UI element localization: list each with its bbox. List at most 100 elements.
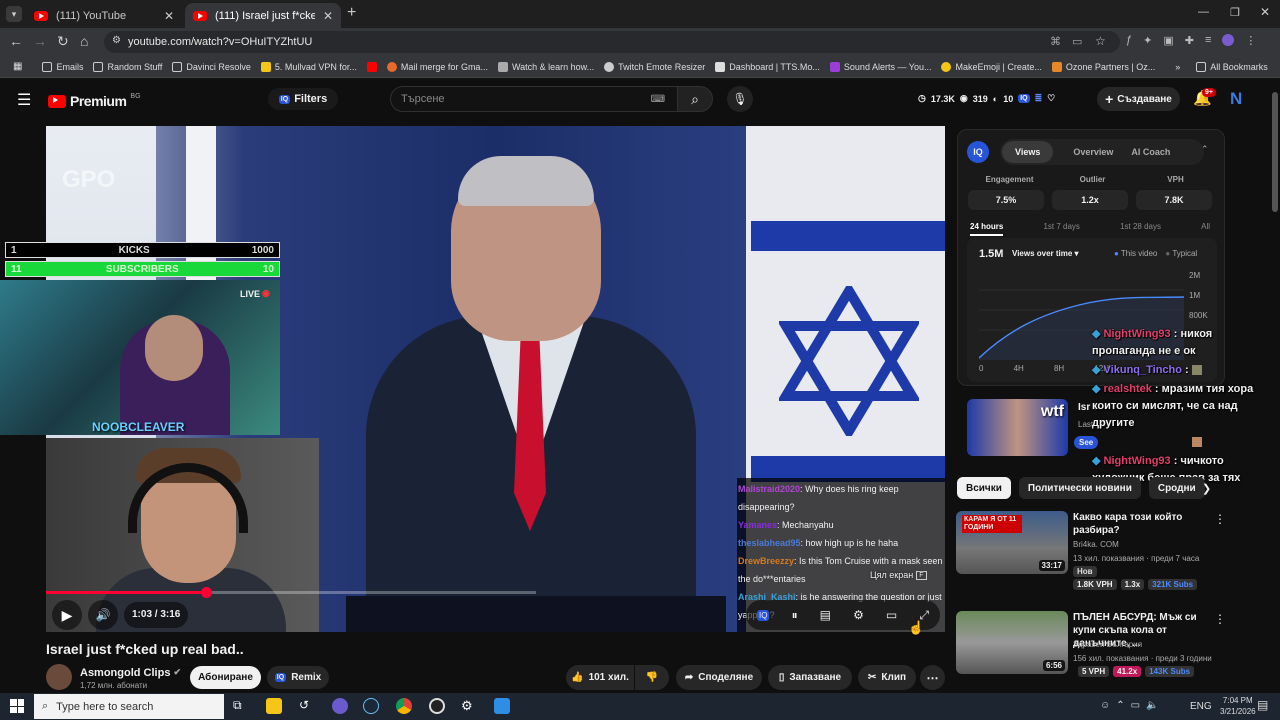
- remix-button[interactable]: IQ Remix: [267, 666, 329, 689]
- translate-icon[interactable]: ⌘: [1050, 35, 1061, 48]
- home-icon[interactable]: ⌂: [80, 33, 88, 49]
- volume-button[interactable]: 🔊: [88, 600, 118, 630]
- related-title[interactable]: Isr: [1078, 402, 1090, 413]
- minimize-button[interactable]: —: [1198, 6, 1209, 18]
- settings-gear-icon[interactable]: ⚙: [461, 698, 477, 714]
- bookmark-item[interactable]: 5. Mullvad VPN for...: [256, 61, 362, 72]
- keyboard-icon[interactable]: ⌨: [651, 94, 665, 105]
- close-window-button[interactable]: ✕: [1260, 5, 1270, 19]
- recommendation-menu-icon[interactable]: ⋮: [1214, 612, 1226, 626]
- start-button[interactable]: [10, 699, 24, 713]
- media-icon[interactable]: ≡: [1205, 34, 1211, 47]
- more-bookmarks-icon[interactable]: »: [1170, 62, 1185, 72]
- channel-avatar[interactable]: [46, 664, 72, 690]
- iq-icon[interactable]: IQ: [757, 609, 770, 621]
- play-button[interactable]: ▶: [52, 600, 82, 630]
- subtitles-icon[interactable]: ▤: [820, 608, 831, 622]
- channel-name[interactable]: Asmongold Clips ✔: [80, 667, 181, 679]
- progress-scrubber[interactable]: [201, 587, 212, 598]
- bookmark-item[interactable]: Random Stuff: [88, 61, 167, 72]
- back-button[interactable]: ←: [9, 33, 23, 49]
- close-icon[interactable]: ✕: [323, 9, 333, 23]
- mode-dropdown[interactable]: Views over time ▾: [1012, 249, 1079, 258]
- restore-button[interactable]: ❐: [1230, 6, 1240, 19]
- address-bar[interactable]: ⚙ youtube.com/watch?v=OHuITYZhtUU ⌘ ▭ ☆: [104, 31, 1120, 53]
- app-icon[interactable]: [332, 698, 348, 714]
- all-bookmarks[interactable]: All Bookmarks: [1191, 61, 1273, 72]
- bookmark-item[interactable]: Twitch Emote Resizer: [599, 61, 710, 72]
- chip-political[interactable]: Политически новини: [1018, 477, 1141, 499]
- obs-icon[interactable]: [429, 698, 445, 714]
- site-info-icon[interactable]: ⚙: [112, 35, 121, 46]
- clip-button[interactable]: ✂ Клип: [858, 665, 916, 690]
- bookmark-item[interactable]: Sound Alerts — You...: [825, 61, 937, 72]
- recommendation-title[interactable]: Какво кара този който разбира?: [1073, 511, 1203, 537]
- tab-overview[interactable]: Overview: [1053, 147, 1125, 157]
- app-icon[interactable]: ↺: [299, 698, 315, 714]
- bookmark-item[interactable]: MakeEmoji | Create...: [936, 61, 1046, 72]
- subscribe-button[interactable]: Абониране: [190, 666, 261, 689]
- chip-related[interactable]: Сродни: [1148, 477, 1205, 499]
- puzzle-icon[interactable]: ✚: [1185, 34, 1194, 47]
- filters-button[interactable]: IQ Filters: [268, 88, 338, 110]
- search-box[interactable]: Търсене ⌨: [390, 86, 678, 112]
- theater-mode-icon[interactable]: ▭: [886, 608, 897, 622]
- star-icon[interactable]: ☆: [1095, 34, 1106, 48]
- collapse-icon[interactable]: ⌃: [1201, 144, 1209, 155]
- apps-icon[interactable]: ▦: [8, 61, 27, 72]
- tab-views[interactable]: Views: [1002, 141, 1054, 163]
- menu-icon[interactable]: ⋮: [1245, 34, 1256, 47]
- recommendation-thumbnail[interactable]: 6:56: [956, 611, 1068, 674]
- account-avatar[interactable]: N: [1230, 90, 1248, 108]
- like-button[interactable]: 👍 101 хил.: [566, 665, 634, 690]
- tab-ai-coach[interactable]: AI Coach: [1125, 147, 1176, 157]
- forward-button[interactable]: →: [33, 33, 47, 49]
- chrome-icon[interactable]: [396, 698, 412, 714]
- taskbar-search[interactable]: ⌕ Type here to search: [34, 694, 224, 719]
- range-28d[interactable]: 1st 28 days: [1120, 222, 1161, 236]
- recommendation-thumbnail[interactable]: КАРАМ Я ОТ 11 ГОДИНИ 33:17: [956, 511, 1068, 574]
- hamburger-menu-icon[interactable]: ☰: [17, 90, 31, 110]
- list-icon[interactable]: ≣: [1035, 93, 1043, 104]
- close-icon[interactable]: ✕: [164, 9, 174, 23]
- tab-youtube-home[interactable]: (111) YouTube ✕: [26, 3, 182, 28]
- more-actions-button[interactable]: ⋯: [920, 665, 945, 690]
- notification-center-icon[interactable]: ▤: [1257, 698, 1268, 712]
- recommendation-menu-icon[interactable]: ⋮: [1214, 512, 1226, 526]
- chips-next-arrow[interactable]: ❯: [1202, 482, 1211, 495]
- clock[interactable]: 7:04 PM 3/21/2026: [1220, 695, 1256, 717]
- language-indicator[interactable]: ENG: [1190, 701, 1212, 712]
- progress-bar-track[interactable]: [46, 587, 536, 598]
- reload-button[interactable]: ↻: [57, 33, 69, 50]
- tab-video[interactable]: (111) Israel just f*cked up real b ✕: [185, 3, 341, 28]
- extension-icon[interactable]: ▣: [1163, 34, 1173, 47]
- bookmark-item[interactable]: [362, 61, 382, 72]
- badge-icon[interactable]: ♡: [1047, 93, 1055, 104]
- app-icon[interactable]: [494, 698, 510, 714]
- cast-icon[interactable]: ▭: [1072, 35, 1082, 48]
- page-scrollbar[interactable]: [1272, 92, 1278, 212]
- steam-icon[interactable]: [363, 698, 379, 714]
- bookmark-item[interactable]: Emails: [37, 61, 88, 72]
- bookmark-item[interactable]: Dashboard | TTS.Mo...: [710, 61, 825, 72]
- related-thumbnail[interactable]: wtf: [967, 399, 1068, 456]
- create-button[interactable]: + Създаване: [1097, 87, 1180, 111]
- share-button[interactable]: ➦ Споделяне: [676, 665, 762, 690]
- range-all[interactable]: All: [1201, 222, 1210, 236]
- extension-icon[interactable]: ƒ: [1126, 34, 1132, 47]
- new-tab-button[interactable]: +: [347, 4, 356, 22]
- youtube-logo[interactable]: Premium BG: [48, 93, 141, 109]
- file-explorer-icon[interactable]: [266, 698, 282, 714]
- iq-icon[interactable]: IQ: [1018, 94, 1030, 103]
- network-icon[interactable]: ▭: [1131, 700, 1140, 711]
- pause-icon[interactable]: ⏸: [792, 608, 798, 623]
- search-button[interactable]: ⌕: [677, 86, 713, 112]
- bookmark-item[interactable]: Mail merge for Gma...: [382, 61, 493, 72]
- dislike-button[interactable]: 👎: [635, 665, 669, 690]
- range-7d[interactable]: 1st 7 days: [1043, 222, 1079, 236]
- profile-avatar[interactable]: [1222, 34, 1235, 46]
- extension-icon[interactable]: ✦: [1143, 34, 1152, 47]
- save-button[interactable]: ▯ Запазване: [768, 665, 852, 690]
- chevron-up-icon[interactable]: ⌃: [1116, 700, 1124, 711]
- tab-search-button[interactable]: ▾: [6, 6, 22, 22]
